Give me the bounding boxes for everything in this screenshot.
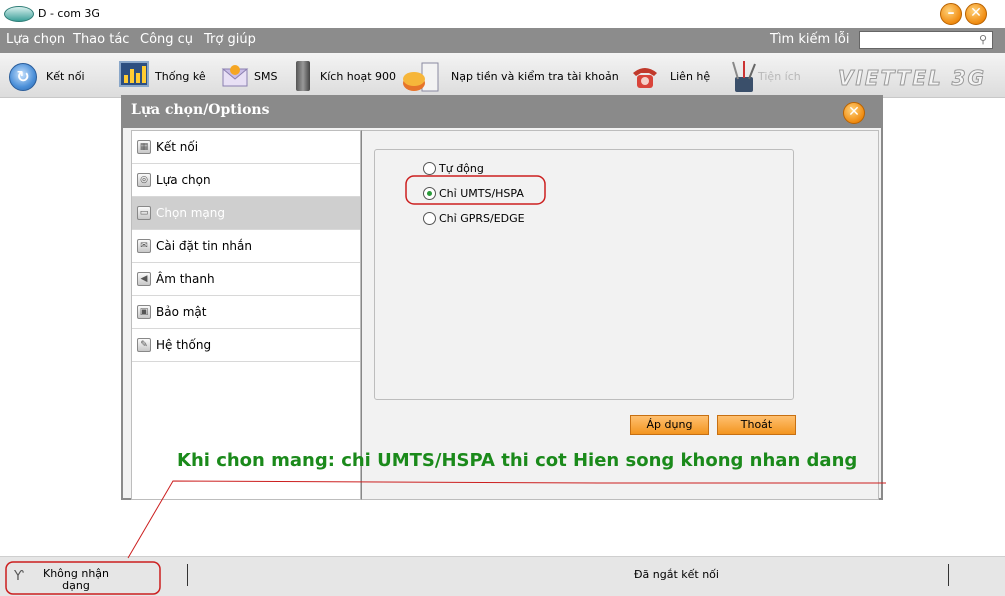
sidebar-item-security[interactable]: ▣ Bảo mật	[132, 296, 360, 329]
status-divider	[948, 564, 949, 586]
search-label: Tìm kiếm lỗi	[770, 32, 850, 47]
connection-status: Đã ngắt kết nối	[634, 568, 719, 581]
message-settings-icon: ✉	[137, 239, 151, 253]
radio-auto-circle[interactable]	[423, 162, 436, 175]
menu-help[interactable]: Trợ giúp	[204, 32, 256, 47]
menu-options[interactable]: Lựa chọn	[6, 32, 65, 47]
sidebar-item-label: Kết nối	[156, 140, 199, 154]
network-settings-panel: Tự động Chỉ UMTS/HSPA Chỉ GPRS/EDGE Áp d…	[361, 130, 879, 500]
dialog-title-bar: Lựa chọn/Options ✕	[123, 97, 881, 128]
sms-button[interactable]: SMS	[254, 70, 277, 83]
sidebar-item-system[interactable]: ✎ Hệ thống	[132, 329, 360, 362]
annotation-text: Khi chon mang: chi UMTS/HSPA thi cot Hie…	[177, 450, 858, 471]
close-button[interactable]: ✕	[965, 3, 987, 25]
connect-button[interactable]: Kết nối	[46, 70, 85, 83]
status-bar: Ƴ Không nhận dạng Đã ngắt kết nối	[0, 556, 1005, 596]
status-divider	[187, 564, 188, 586]
topup-icon[interactable]	[402, 61, 440, 93]
exit-button[interactable]: Thoát	[717, 415, 796, 435]
options-icon: ◎	[137, 173, 151, 187]
sidebar-item-label: Hệ thống	[156, 338, 212, 352]
menu-bar: Lựa chọn Thao tác Công cụ Trợ giúp Tìm k…	[0, 28, 1005, 53]
sidebar-item-message-settings[interactable]: ✉ Cài đặt tin nhắn	[132, 230, 360, 263]
network-icon: ▭	[137, 206, 151, 220]
dialog-close-button[interactable]: ✕	[843, 102, 865, 124]
system-icon: ✎	[137, 338, 151, 352]
viettel-logo-icon	[4, 6, 34, 22]
radio-gprs-edge-label: Chỉ GPRS/EDGE	[439, 212, 525, 225]
options-dialog: Lựa chọn/Options ✕ ▦ Kết nối ◎ Lựa chọn …	[121, 95, 883, 500]
sidebar-item-sound[interactable]: ◀ Âm thanh	[132, 263, 360, 296]
sidebar-item-label: Âm thanh	[156, 272, 215, 286]
antenna-icon: Ƴ	[14, 569, 24, 584]
statistics-button[interactable]: Thống kê	[155, 70, 206, 83]
sidebar-item-connection[interactable]: ▦ Kết nối	[132, 131, 360, 164]
sidebar-item-label: Chọn mạng	[156, 206, 226, 220]
viettel-3g-logo: VIETTEL 3G	[837, 66, 987, 91]
search-input[interactable]	[859, 31, 993, 49]
sidebar-item-label: Cài đặt tin nhắn	[156, 239, 252, 253]
sidebar-item-options[interactable]: ◎ Lựa chọn	[132, 164, 360, 197]
sidebar-item-label: Lựa chọn	[156, 173, 211, 187]
radio-umts-hspa-label: Chỉ UMTS/HSPA	[439, 187, 524, 200]
lock-icon: ▣	[137, 305, 151, 319]
connection-icon: ▦	[137, 140, 151, 154]
sidebar-item-network[interactable]: ▭ Chọn mạng	[132, 197, 360, 230]
phone-device-icon[interactable]	[296, 61, 310, 91]
signal-status: Không nhận dạng	[42, 567, 110, 592]
menu-actions[interactable]: Thao tác	[73, 32, 129, 47]
toolbar: ↻ Kết nối Thống kê SMS Kích hoạt 900 Nạp…	[0, 53, 1005, 98]
dialog-title: Lựa chọn/Options	[131, 102, 270, 118]
title-bar: D - com 3G – ✕	[0, 0, 1005, 28]
radio-umts-hspa-circle[interactable]	[423, 187, 436, 200]
statistics-icon[interactable]	[119, 61, 149, 87]
tools-icon[interactable]	[728, 59, 758, 93]
window-title: D - com 3G	[38, 7, 100, 20]
network-options-group: Tự động Chỉ UMTS/HSPA Chỉ GPRS/EDGE	[374, 149, 794, 400]
radio-gprs-edge-circle[interactable]	[423, 212, 436, 225]
sms-envelope-icon[interactable]	[221, 61, 249, 89]
menu-tools[interactable]: Công cụ	[140, 32, 193, 47]
topup-button[interactable]: Nạp tiền và kiểm tra tài khoản	[451, 70, 619, 83]
contact-button[interactable]: Liên hệ	[670, 70, 710, 83]
options-sidebar: ▦ Kết nối ◎ Lựa chọn ▭ Chọn mạng ✉ Cài đ…	[131, 130, 361, 500]
activate-900-button[interactable]: Kích hoạt 900	[320, 70, 396, 83]
search-icon[interactable]: ⚲	[979, 33, 987, 46]
utilities-button[interactable]: Tiện ích	[758, 70, 801, 83]
connect-icon[interactable]: ↻	[9, 63, 37, 91]
sound-icon: ◀	[137, 272, 151, 286]
radio-auto-label: Tự động	[439, 162, 484, 175]
sidebar-item-label: Bảo mật	[156, 305, 207, 319]
telephone-icon[interactable]	[630, 61, 660, 91]
minimize-button[interactable]: –	[940, 3, 962, 25]
apply-button[interactable]: Áp dụng	[630, 415, 709, 435]
